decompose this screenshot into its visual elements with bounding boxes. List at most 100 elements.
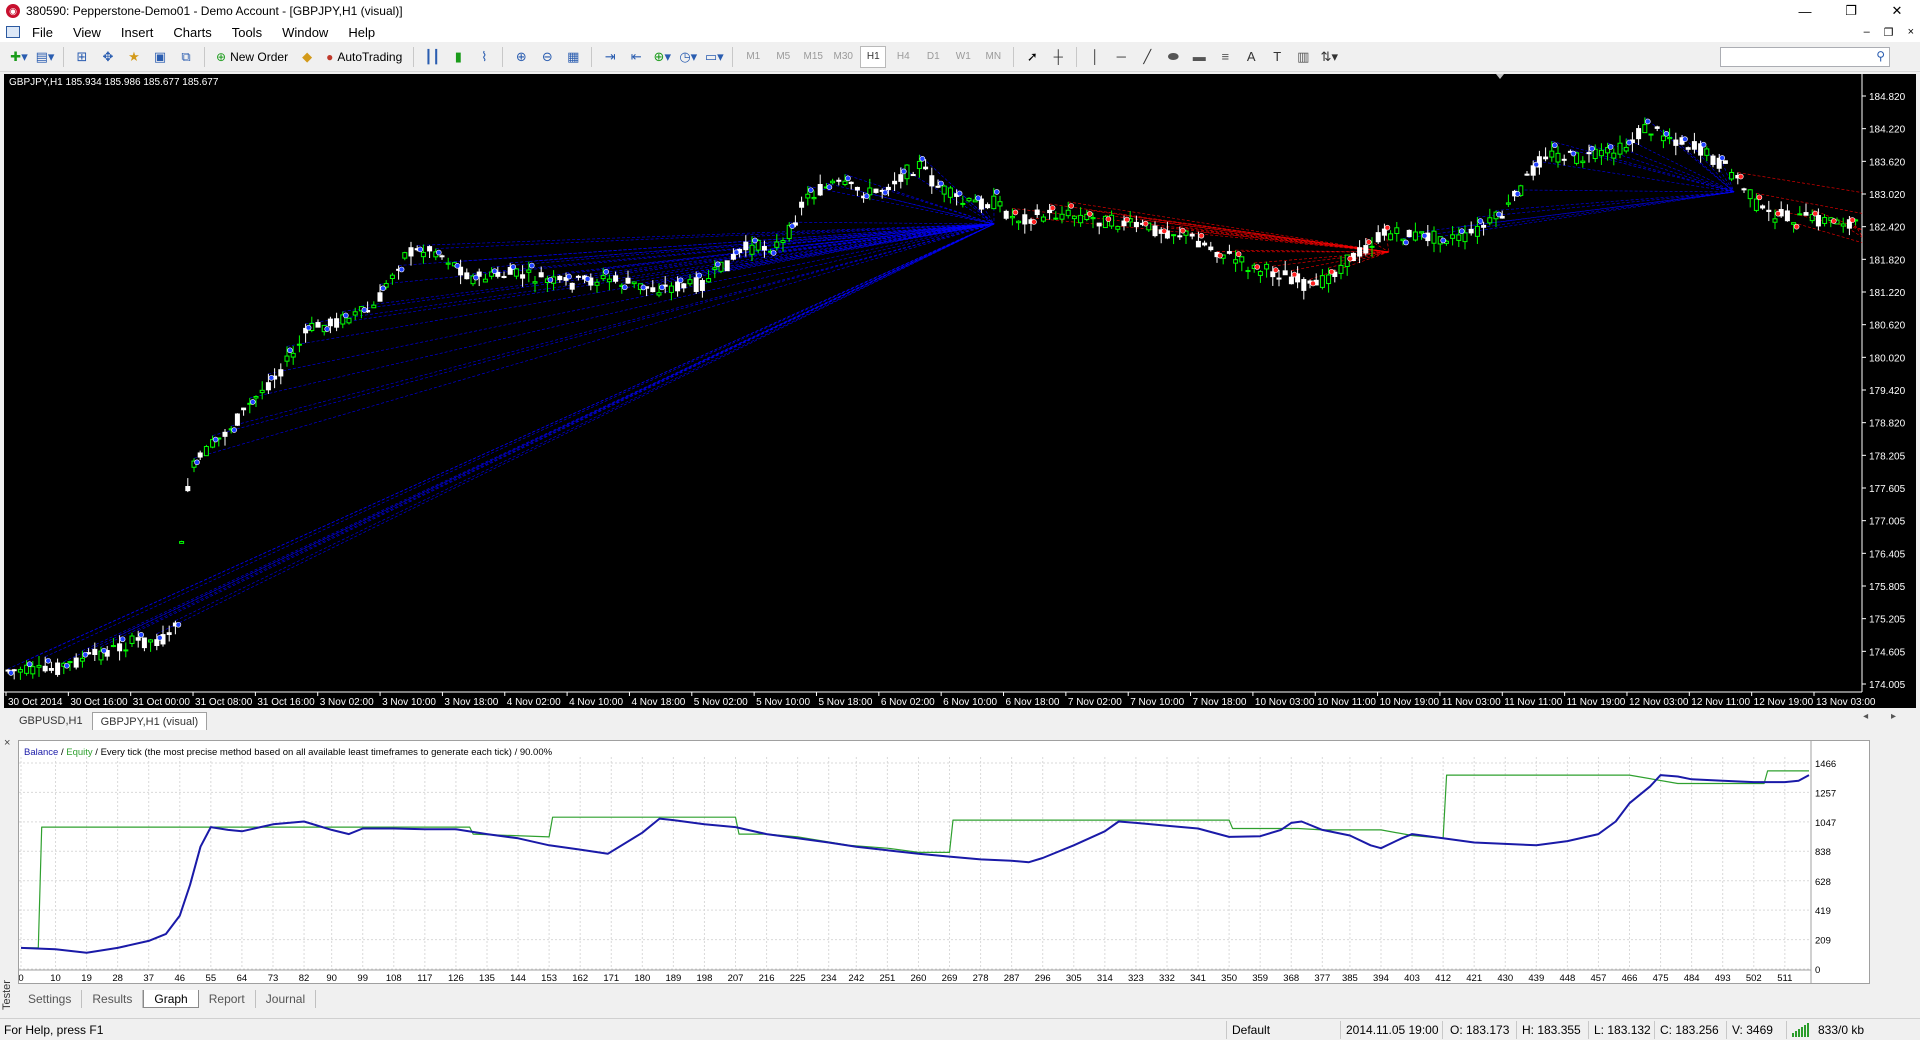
favorites-icon[interactable]: ★: [123, 46, 145, 68]
templates-icon[interactable]: ▭▾: [703, 46, 725, 68]
maximize-button[interactable]: ❐: [1828, 0, 1874, 22]
candle-body: [830, 180, 836, 184]
timeframe-mn[interactable]: MN: [980, 46, 1006, 68]
time-tick-label: 11 Nov 19:00: [1567, 697, 1626, 708]
new-chart-icon[interactable]: ✚ ▾: [8, 46, 30, 68]
new-order-button[interactable]: ⊕ New Order: [212, 46, 292, 68]
candle-body: [371, 304, 377, 309]
time-tick-label: 3 Nov 10:00: [382, 697, 436, 708]
mdi-restore-button[interactable]: ❐: [1884, 26, 1894, 39]
buy-marker: [826, 184, 833, 190]
menu-help[interactable]: Help: [338, 25, 385, 40]
terminal-icon[interactable]: ▣: [149, 46, 171, 68]
market-watch-icon[interactable]: ⊞: [71, 46, 93, 68]
candle-body: [1747, 189, 1753, 200]
vertical-line-icon[interactable]: │: [1084, 46, 1106, 68]
timeframe-d1[interactable]: D1: [920, 46, 946, 68]
navigator-icon[interactable]: ✥: [97, 46, 119, 68]
timeframe-w1[interactable]: W1: [950, 46, 976, 68]
indicators-icon[interactable]: ⊕ ▾: [651, 46, 673, 68]
zoom-out-icon[interactable]: ⊖: [536, 46, 558, 68]
trendline-icon[interactable]: ╱: [1136, 46, 1158, 68]
chart-tab-gbpjpy[interactable]: GBPJPY,H1 (visual): [91, 712, 208, 730]
timeframe-h4[interactable]: H4: [890, 46, 916, 68]
time-tick-label: 30 Oct 16:00: [70, 697, 128, 708]
menu-file[interactable]: File: [22, 25, 63, 40]
minimize-button[interactable]: —: [1782, 0, 1828, 22]
x-tick-label: 234: [821, 973, 837, 984]
search-icon[interactable]: ⚲: [1876, 49, 1885, 63]
x-tick-label: 385: [1342, 973, 1358, 984]
tab-report[interactable]: Report: [199, 990, 256, 1008]
candle-body: [1071, 215, 1077, 220]
candle-body: [1282, 270, 1288, 276]
candle-body: [1617, 142, 1623, 155]
zoom-in-icon[interactable]: ⊕: [510, 46, 532, 68]
autotrading-button[interactable]: ● AutoTrading: [322, 46, 406, 68]
tile-windows-icon[interactable]: ▦: [562, 46, 584, 68]
label-tool-icon[interactable]: T: [1266, 46, 1288, 68]
candle-body: [1505, 202, 1511, 205]
fibonacci-icon[interactable]: ≡: [1214, 46, 1236, 68]
buy-trade-line: [193, 223, 995, 459]
autoscroll-icon[interactable]: ⇥: [599, 46, 621, 68]
menu-charts[interactable]: Charts: [163, 25, 221, 40]
menu-insert[interactable]: Insert: [111, 25, 164, 40]
candle-body: [606, 278, 612, 283]
tab-settings[interactable]: Settings: [18, 990, 83, 1008]
time-tick-label: 30 Oct 2014: [8, 697, 63, 708]
sell-marker: [1738, 173, 1744, 180]
x-tick-label: 287: [1004, 973, 1020, 984]
candle-body: [1481, 224, 1487, 228]
strategy-tester-icon[interactable]: ⧉: [175, 46, 197, 68]
horizontal-line-icon[interactable]: ─: [1110, 46, 1132, 68]
buy-marker: [473, 274, 479, 281]
timeframe-h1[interactable]: H1: [860, 45, 887, 68]
candle-body: [234, 413, 240, 426]
timeframe-m5[interactable]: M5: [770, 46, 796, 68]
menu-window[interactable]: Window: [272, 25, 338, 40]
metaeditor-icon[interactable]: ◆: [296, 46, 318, 68]
mdi-close-button[interactable]: ×: [1908, 26, 1914, 38]
timeframe-m15[interactable]: M15: [800, 46, 826, 68]
buy-marker: [175, 621, 182, 628]
close-button[interactable]: ✕: [1874, 0, 1920, 22]
tab-journal[interactable]: Journal: [256, 990, 317, 1008]
candle-body: [117, 643, 123, 652]
profiles-icon[interactable]: ▤▾: [34, 46, 56, 68]
menu-view[interactable]: View: [63, 25, 111, 40]
line-chart-icon[interactable]: ⌇: [473, 46, 495, 68]
text-tool-icon[interactable]: A: [1240, 46, 1262, 68]
y-tick-label: 1257: [1815, 788, 1836, 799]
time-tick-label: 31 Oct 00:00: [133, 697, 191, 708]
toolbar-separator: [732, 46, 734, 67]
tab-graph[interactable]: Graph: [143, 990, 199, 1008]
arrows-icon[interactable]: ⇅▾: [1318, 46, 1340, 68]
bar-chart-icon[interactable]: ┃┃: [421, 46, 443, 68]
candle-body: [941, 185, 947, 195]
ellipse-icon[interactable]: ⬬: [1162, 46, 1184, 68]
candlestick-icon[interactable]: ▮: [447, 46, 469, 68]
chart-tab-gbpusd[interactable]: GBPUSD,H1: [10, 712, 92, 730]
price-chart[interactable]: 184.820 184.220 183.620 183.020 182.420 181.8…: [4, 74, 1916, 708]
periods-icon[interactable]: ◷▾: [677, 46, 699, 68]
cursor-icon[interactable]: ➚: [1021, 46, 1043, 68]
buy-marker: [138, 632, 144, 638]
x-tick-label: 73: [268, 973, 279, 984]
search-input[interactable]: ⚲: [1720, 47, 1890, 67]
tester-close-icon[interactable]: ×: [4, 737, 10, 749]
price-chart-canvas[interactable]: 184.820 184.220 183.620 183.020 182.420 181.8…: [4, 74, 1916, 708]
timeframe-m1[interactable]: M1: [740, 46, 766, 68]
x-tick-label: 19: [81, 973, 92, 984]
candle-body: [1115, 226, 1121, 230]
mdi-minimize-button[interactable]: –: [1864, 26, 1870, 38]
rectangle-icon[interactable]: ▬: [1188, 46, 1210, 68]
menu-tools[interactable]: Tools: [222, 25, 272, 40]
document-icon[interactable]: [6, 26, 20, 38]
chart-shift-icon[interactable]: ⇤: [625, 46, 647, 68]
timeframe-m30[interactable]: M30: [830, 46, 856, 68]
tab-results[interactable]: Results: [82, 990, 144, 1008]
chart-tab-scroll-arrows[interactable]: ◂ ▸: [1863, 711, 1906, 722]
channel-icon[interactable]: ▥: [1292, 46, 1314, 68]
crosshair-icon[interactable]: ┼: [1047, 46, 1069, 68]
